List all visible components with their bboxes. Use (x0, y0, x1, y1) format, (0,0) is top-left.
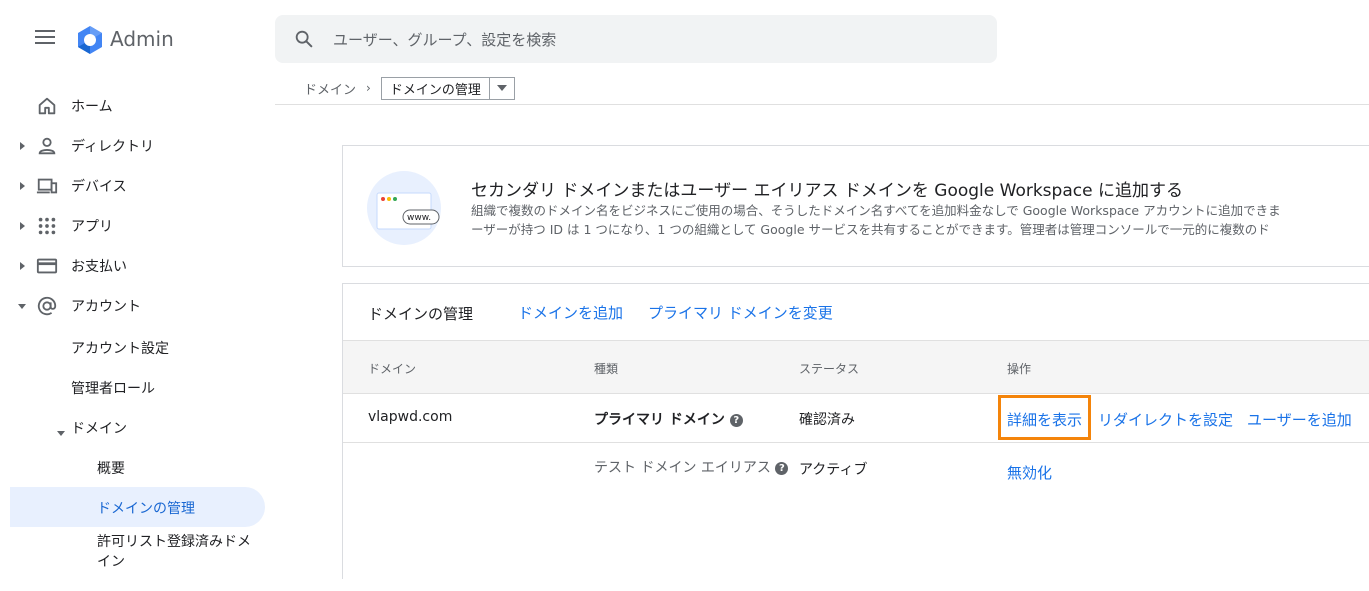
add-users-link[interactable]: ユーザーを追加 (1247, 409, 1352, 430)
domain-type-label: テスト ドメイン エイリアス (594, 460, 771, 476)
domain-type-label: プライマリ ドメイン (594, 412, 725, 428)
sidebar-item-label: アプリ (71, 219, 113, 235)
caret-down-icon[interactable] (18, 302, 26, 310)
domain-type: テスト ドメイン エイリアス ? (594, 457, 789, 477)
sidebar-item-admin-roles[interactable]: 管理者ロール (71, 378, 155, 398)
caret-right-icon[interactable] (18, 182, 26, 190)
caret-right-icon[interactable] (18, 142, 26, 150)
domain-name: vlapwd.com (368, 409, 453, 425)
sidebar-item-devices[interactable]: デバイス (0, 166, 265, 206)
apps-grid-icon (38, 217, 56, 235)
promo-description: 組織で複数のドメイン名をビジネスにご使用の場合、そうしたドメイン名すべてを追加料… (471, 201, 1281, 239)
search-icon (295, 30, 313, 48)
person-icon (38, 137, 56, 155)
header-divider (275, 104, 1369, 105)
promo-desc-line: 組織で複数のドメイン名をビジネスにご使用の場合、そうしたドメイン名すべてを追加料… (471, 203, 1281, 218)
sidebar-item-directory[interactable]: ディレクトリ (0, 126, 265, 166)
manage-domains-card: ドメインの管理 ドメインを追加 プライマリ ドメインを変更 ドメイン 種類 ステ… (342, 283, 1369, 579)
home-icon (38, 97, 56, 115)
sidebar-item-label: お支払い (71, 259, 127, 275)
devices-icon (36, 178, 58, 194)
column-header-domain: ドメイン (368, 362, 417, 376)
sidebar-item-label: ホーム (71, 99, 113, 115)
sidebar-item-label: デバイス (71, 179, 127, 195)
sidebar-item-billing[interactable]: お支払い (0, 246, 265, 286)
www-label: www. (407, 213, 431, 223)
search-bar[interactable]: ユーザー、グループ、設定を検索 (275, 15, 997, 63)
breadcrumb-parent[interactable]: ドメイン (304, 79, 356, 98)
disable-link[interactable]: 無効化 (1007, 462, 1052, 483)
caret-down-icon[interactable] (57, 422, 65, 436)
promo-desc-line: ーザーが持つ ID は 1 つになり、1 つの組織として Google サービス… (471, 222, 1270, 237)
at-sign-icon (37, 296, 57, 316)
breadcrumb-current: ドメインの管理 (382, 77, 490, 99)
table-row: テスト ドメイン エイリアス ? アクティブ 無効化 (343, 443, 1369, 495)
column-header-actions: 操作 (1007, 362, 1032, 376)
promo-title: セカンダリ ドメインまたはユーザー エイリアス ドメインを Google Wor… (471, 181, 1183, 201)
caret-right-icon[interactable] (18, 222, 26, 230)
table-row: vlapwd.com プライマリ ドメイン ? 確認済み 詳細を表示 リダイレク… (343, 394, 1369, 443)
sidebar-item-home[interactable]: ホーム (0, 86, 265, 126)
sidebar-item-domains[interactable]: ドメイン (71, 418, 127, 438)
dropdown-arrow-icon[interactable] (490, 85, 514, 91)
caret-right-icon[interactable] (18, 262, 26, 270)
card-title: ドメインの管理 (368, 305, 474, 323)
sidebar-item-label: ディレクトリ (71, 139, 155, 155)
credit-card-icon (36, 258, 58, 274)
help-icon[interactable]: ? (729, 413, 743, 427)
sidebar-item-apps[interactable]: アプリ (0, 206, 265, 246)
change-primary-domain-link[interactable]: プライマリ ドメインを変更 (648, 302, 833, 323)
annotation-highlight-box (998, 395, 1091, 440)
add-domain-promo-card: www. セカンダリ ドメインまたはユーザー エイリアス ドメインを Googl… (342, 145, 1369, 267)
app-title: Admin (110, 27, 174, 51)
sidebar-item-allowlisted-domains[interactable]: 許可リスト登録済みドメイン (97, 532, 257, 572)
breadcrumb-page-select[interactable]: ドメインの管理 (380, 76, 515, 100)
domain-illustration-icon: www. (367, 171, 441, 245)
domain-type: プライマリ ドメイン ? (594, 409, 743, 429)
google-admin-logo-icon (78, 26, 102, 54)
help-icon[interactable]: ? (775, 461, 789, 475)
sidebar-item-overview[interactable]: 概要 (97, 458, 125, 478)
column-header-status: ステータス (799, 362, 860, 376)
breadcrumb: ドメイン › ドメインの管理 (304, 76, 515, 100)
set-redirect-link[interactable]: リダイレクトを設定 (1098, 409, 1233, 430)
table-header: ドメイン 種類 ステータス 操作 (343, 340, 1369, 394)
sidebar-item-account[interactable]: アカウント (0, 286, 265, 326)
add-domain-link[interactable]: ドメインを追加 (518, 302, 623, 323)
main-menu-button[interactable] (34, 30, 56, 48)
sidebar-item-label: アカウント (71, 299, 141, 315)
domain-status: アクティブ (799, 462, 868, 478)
breadcrumb-separator: › (366, 81, 371, 95)
sidebar-item-account-settings[interactable]: アカウント設定 (71, 338, 169, 358)
search-input[interactable]: ユーザー、グループ、設定を検索 (333, 29, 556, 50)
domain-status: 確認済み (799, 412, 855, 428)
sidebar-item-manage-domains[interactable]: ドメインの管理 (97, 498, 195, 518)
column-header-type: 種類 (594, 362, 619, 376)
